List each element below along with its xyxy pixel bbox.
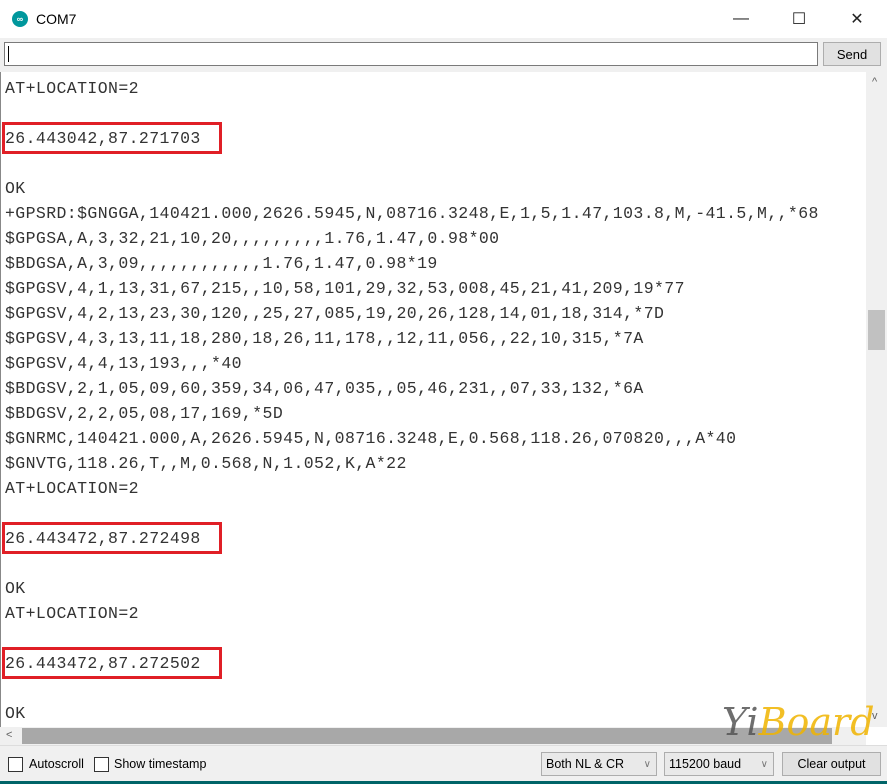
output-line: $GPGSV,4,1,13,31,67,215,,10,58,101,29,32…	[5, 279, 685, 298]
output-line: $GPGSA,A,3,32,21,10,20,,,,,,,,,1.76,1.47…	[5, 229, 500, 248]
autoscroll-label: Autoscroll	[29, 757, 84, 771]
yiboard-watermark: YiBoard	[722, 700, 875, 744]
line-ending-select[interactable]: Both NL & CR ∨	[541, 752, 657, 776]
line-ending-value: Both NL & CR	[546, 757, 625, 771]
output-line: AT+LOCATION=2	[5, 604, 139, 623]
autoscroll-checkbox[interactable]	[8, 757, 23, 772]
send-input[interactable]	[4, 42, 818, 66]
maximize-icon[interactable]: ☐	[770, 0, 828, 38]
close-icon[interactable]: ✕	[828, 0, 886, 38]
window-title: COM7	[36, 11, 77, 27]
output-line: OK	[5, 704, 26, 723]
output-line: $GPGSV,4,2,13,23,30,120,,25,27,085,19,20…	[5, 304, 665, 323]
timestamp-label: Show timestamp	[114, 757, 207, 771]
output-line: $GNVTG,118.26,T,,M,0.568,N,1.052,K,A*22	[5, 454, 407, 473]
output-line: AT+LOCATION=2	[5, 479, 139, 498]
arduino-icon: ∞	[12, 11, 28, 27]
coordinate-line: 26.443472,87.272498	[5, 529, 201, 548]
chevron-down-icon: ∨	[760, 758, 768, 770]
vertical-scroll-thumb[interactable]	[868, 310, 885, 350]
clear-output-button[interactable]: Clear output	[782, 752, 881, 776]
output-line: $GPGSV,4,3,13,11,18,280,18,26,11,178,,12…	[5, 329, 644, 348]
send-row: Send	[0, 38, 887, 72]
output-line: OK	[5, 179, 26, 198]
output-line: OK	[5, 579, 26, 598]
coordinate-line: 26.443472,87.272502	[5, 654, 201, 673]
output-line: $BDGSV,2,2,05,08,17,169,*5D	[5, 404, 284, 423]
title-bar: ∞ COM7 — ☐ ✕	[0, 0, 887, 38]
coordinate-line: 26.443042,87.271703	[5, 129, 201, 148]
output-line: $BDGSV,2,1,05,09,60,359,34,06,47,035,,05…	[5, 379, 644, 398]
output-line: $GNRMC,140421.000,A,2626.5945,N,08716.32…	[5, 429, 737, 448]
timestamp-checkbox[interactable]	[94, 757, 109, 772]
vertical-scrollbar[interactable]: ^ v	[866, 72, 887, 727]
scroll-left-icon[interactable]: <	[6, 729, 12, 741]
serial-output: AT+LOCATION=2 26.443042,87.271703 OK +GPSRD…	[0, 72, 866, 727]
horizontal-scroll-thumb[interactable]	[22, 728, 832, 744]
chevron-down-icon: ∨	[643, 758, 651, 770]
output-line: $GPGSV,4,4,13,193,,,*40	[5, 354, 242, 373]
bottom-bar: Autoscroll Show timestamp Both NL & CR ∨ …	[0, 745, 887, 781]
send-button[interactable]: Send	[823, 42, 881, 66]
scroll-up-icon[interactable]: ^	[872, 76, 877, 88]
minimize-icon[interactable]: —	[712, 0, 770, 38]
baud-value: 115200 baud	[669, 757, 742, 771]
output-line: $BDGSA,A,3,09,,,,,,,,,,,,1.76,1.47,0.98*…	[5, 254, 438, 273]
output-line: AT+LOCATION=2	[5, 79, 139, 98]
output-line: +GPSRD:$GNGGA,140421.000,2626.5945,N,087…	[5, 204, 819, 223]
baud-select[interactable]: 115200 baud ∨	[664, 752, 774, 776]
